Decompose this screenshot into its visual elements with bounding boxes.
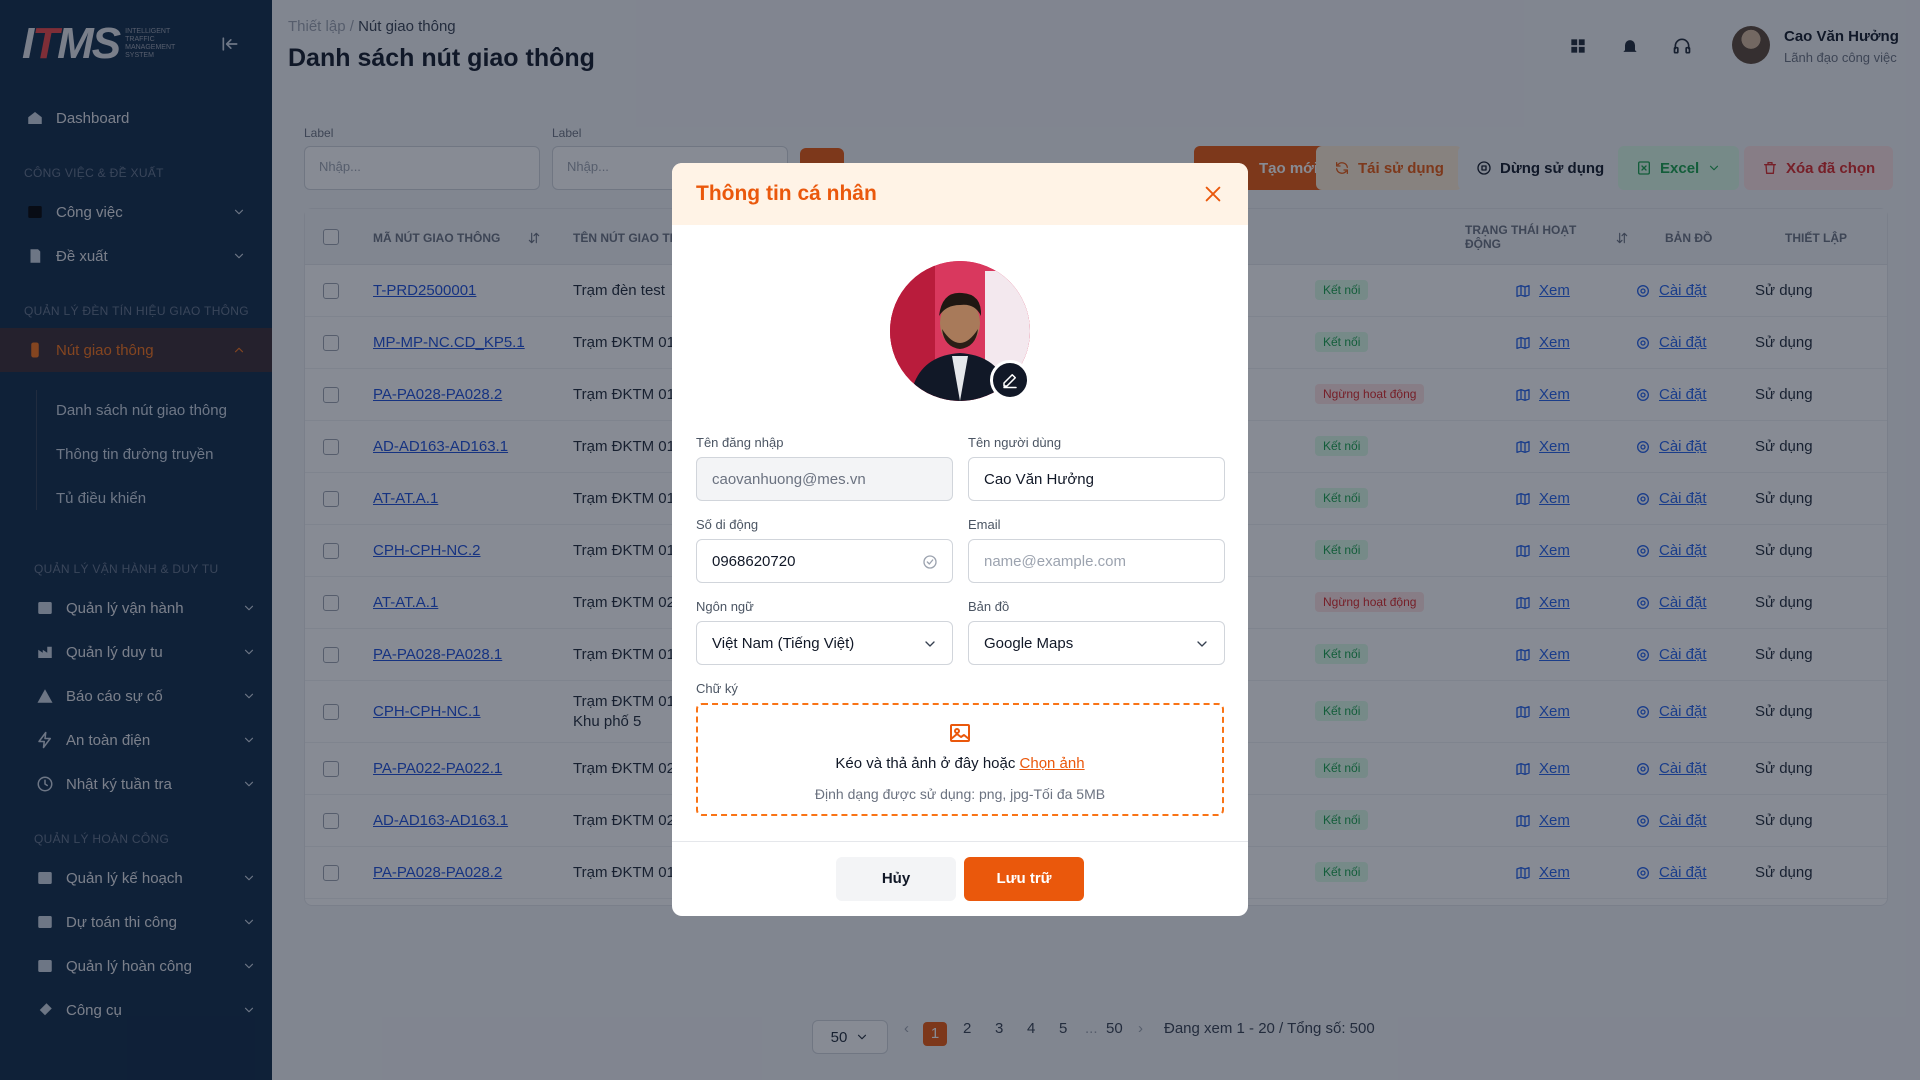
language-label: Ngôn ngữ (696, 599, 754, 614)
save-button[interactable]: Lưu trữ (964, 857, 1084, 901)
map-label: Bản đồ (968, 599, 1010, 614)
modal-footer-divider (672, 841, 1248, 842)
verified-check-icon (923, 555, 937, 569)
map-value: Google Maps (984, 634, 1074, 652)
username-field: caovanhuong@mes.vn (696, 457, 953, 501)
profile-modal: Thông tin cá nhân Tên đăng nhập caovanhu… (672, 163, 1248, 916)
pencil-icon (1003, 374, 1017, 389)
dropzone-text: Kéo và thả ảnh ở đây hoặc Chọn ảnh (698, 755, 1222, 772)
language-value: Việt Nam (Tiếng Việt) (712, 634, 855, 652)
phone-value: 0968620720 (712, 552, 796, 570)
cancel-button[interactable]: Hủy (836, 857, 956, 901)
email-field[interactable]: name@example.com (968, 539, 1225, 583)
fullname-field[interactable]: Cao Văn Hưởng (968, 457, 1225, 501)
map-select[interactable]: Google Maps (968, 621, 1225, 665)
choose-image-link[interactable]: Chọn ảnh (1020, 755, 1085, 772)
signature-dropzone[interactable]: Kéo và thả ảnh ở đây hoặc Chọn ảnh Định … (696, 703, 1224, 816)
edit-avatar-button[interactable] (990, 360, 1030, 400)
modal-header: Thông tin cá nhân (672, 163, 1248, 225)
chevron-down-icon (1197, 641, 1207, 647)
username-label: Tên đăng nhập (696, 435, 784, 450)
email-label: Email (968, 517, 1001, 532)
dropzone-instruction: Kéo và thả ảnh ở đây hoặc (835, 755, 1016, 772)
dropzone-hint: Định dạng được sử dụng: png, jpg-Tối đa … (814, 786, 1106, 802)
image-icon (950, 724, 970, 742)
phone-label: Số di động (696, 517, 759, 532)
signature-label: Chữ ký (696, 681, 738, 696)
phone-field[interactable]: 0968620720 (696, 539, 953, 583)
chevron-down-icon (925, 641, 935, 647)
fullname-label: Tên người dùng (968, 435, 1062, 450)
modal-title: Thông tin cá nhân (696, 182, 877, 205)
language-select[interactable]: Việt Nam (Tiếng Việt) (696, 621, 953, 665)
close-icon[interactable] (1202, 183, 1224, 205)
